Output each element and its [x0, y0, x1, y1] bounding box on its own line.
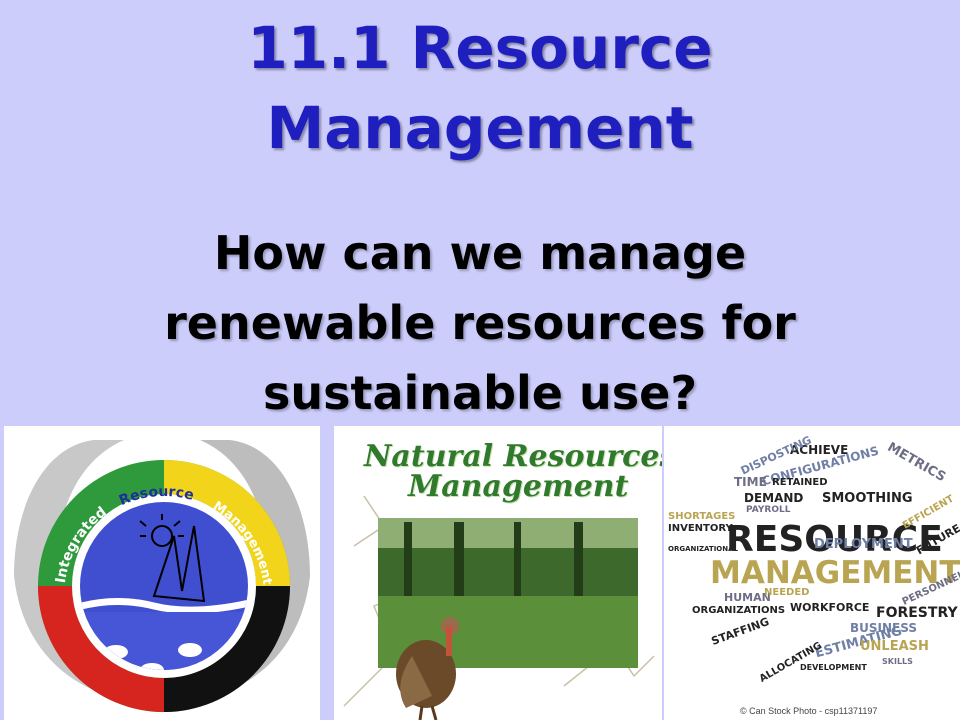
wc-unleash: UNLEASH — [860, 639, 929, 654]
irm-logo-image: Integrated Resource Management — [4, 426, 320, 720]
wc-forestry: FORESTRY — [876, 605, 958, 621]
wc-metrics: METRICS — [884, 439, 949, 486]
wc-organizations: ORGANIZATIONS — [692, 605, 786, 616]
slide-title: 11.1 Resource Management — [0, 8, 960, 168]
wc-deployment: DEPLOYMENT — [814, 537, 913, 552]
wc-smoothing: SMOOTHING — [822, 491, 913, 506]
slide-title-line-1: 11.1 Resource — [247, 14, 713, 82]
wc-management: MANAGEMENT — [710, 555, 960, 591]
subtitle-line-3: sustainable use? — [262, 366, 697, 420]
wc-shortages: SHORTAGES — [668, 511, 736, 522]
wc-staffing: STAFFING — [709, 615, 771, 648]
nrm-title-line-2: Management — [408, 469, 629, 504]
slide-subtitle: How can we manage renewable resources fo… — [0, 218, 960, 428]
subtitle-line-1: How can we manage — [213, 226, 747, 280]
wc-demand: DEMAND — [744, 491, 804, 505]
wc-needed: NEEDED — [764, 587, 810, 598]
wc-development: DEVELOPMENT — [800, 663, 867, 672]
subtitle-line-2: renewable resources for — [164, 296, 796, 350]
wc-time: TIME — [734, 475, 767, 489]
wc-payroll: PAYROLL — [746, 505, 791, 515]
stock-photo-credit: © Can Stock Photo - csp11371197 — [740, 706, 878, 716]
natural-resources-image: Natural Resources Management — [334, 426, 662, 720]
wc-retained: RETAINED — [772, 477, 828, 488]
wc-organizational: ORGANIZATIONAL — [668, 545, 738, 553]
nrm-title-line-1: Natural Resources — [364, 439, 662, 474]
wc-inventory: INVENTORY — [668, 523, 733, 534]
resource-management-wordcloud: RESOURCE MANAGEMENT ACHIEVE METRICS DISP… — [664, 426, 960, 720]
wc-skills: SKILLS — [882, 657, 913, 666]
wc-workforce: WORKFORCE — [790, 601, 870, 614]
nrm-title: Natural Resources Management — [364, 442, 662, 502]
slide-title-line-2: Management — [266, 94, 694, 162]
